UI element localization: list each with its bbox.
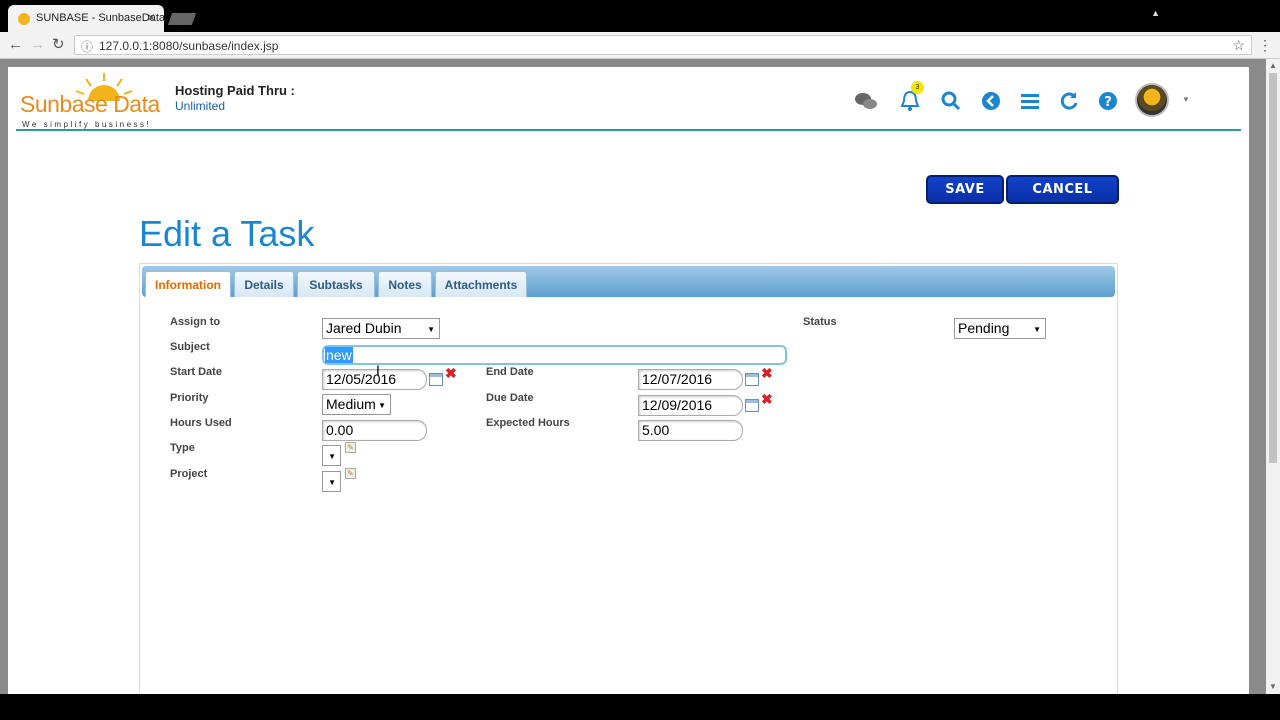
status-select[interactable]: Pending ▼	[954, 318, 1046, 339]
type-select[interactable]: ▼	[322, 445, 341, 466]
project-select[interactable]: ▼	[322, 471, 341, 492]
logo-text: Sunbase Data	[20, 91, 160, 117]
dropdown-arrow-icon: ▼	[328, 452, 336, 461]
browser-menu-icon[interactable]: ⋮	[1258, 37, 1272, 54]
status-value: Pending	[958, 320, 1010, 336]
profile-icon[interactable]: ▲	[1151, 8, 1160, 18]
tab-details[interactable]: Details	[234, 271, 294, 297]
url-input[interactable]: ⓘ 127.0.0.1:8080/sunbase/index.jsp ☆	[74, 35, 1252, 55]
help-icon[interactable]: ?	[1096, 89, 1120, 113]
back-nav-icon[interactable]: ←	[8, 36, 23, 54]
type-label: Type	[170, 442, 195, 454]
calendar-icon[interactable]	[429, 373, 443, 386]
hosting-value: Unlimited	[175, 99, 226, 113]
sunbase-logo[interactable]: Sunbase Data We simplify business!	[20, 71, 168, 131]
status-label: Status	[803, 316, 837, 328]
priority-value: Medium	[326, 396, 376, 412]
avatar[interactable]	[1135, 83, 1169, 117]
end-date-input[interactable]: 12/07/2016	[638, 369, 743, 390]
menu-icon[interactable]	[1018, 89, 1042, 113]
notification-badge: 3	[911, 81, 924, 94]
info-icon: ⓘ	[81, 40, 94, 54]
scroll-thumb[interactable]	[1269, 73, 1277, 463]
hours-used-input[interactable]: 0.00	[322, 420, 427, 441]
svg-text:?: ?	[1104, 95, 1112, 110]
back-icon[interactable]	[979, 89, 1003, 113]
edit-icon[interactable]: ✎	[345, 442, 356, 453]
page-title: Edit a Task	[139, 213, 315, 254]
calendar-icon[interactable]	[745, 373, 759, 386]
assign-to-select[interactable]: Jared Dubin ▼	[322, 318, 440, 339]
browser-tab-title: SUNBASE - SunbaseData	[36, 12, 166, 24]
close-tab-icon[interactable]: ×	[147, 9, 155, 25]
chat-icon[interactable]	[854, 89, 878, 113]
new-tab-button[interactable]	[167, 13, 197, 25]
chevron-down-icon[interactable]: ▼	[1182, 95, 1190, 104]
url-text: 127.0.0.1:8080/sunbase/index.jsp	[99, 39, 279, 53]
address-bar: ← → ↻ ⓘ 127.0.0.1:8080/sunbase/index.jsp…	[0, 32, 1280, 59]
edit-icon[interactable]: ✎	[345, 468, 356, 479]
tab-strip: Information Details Subtasks Notes Attac…	[142, 266, 1115, 297]
project-label: Project	[170, 468, 208, 480]
tab-attachments[interactable]: Attachments	[435, 271, 527, 297]
save-button[interactable]: SAVE	[926, 175, 1004, 204]
search-icon[interactable]	[939, 89, 963, 113]
logo-tagline: We simplify business!	[22, 120, 152, 129]
expected-hours-input[interactable]: 5.00	[638, 420, 743, 441]
subject-value: new	[325, 347, 353, 363]
dropdown-arrow-icon: ▼	[328, 478, 336, 487]
tab-subtasks[interactable]: Subtasks	[297, 271, 375, 297]
bookmark-star-icon[interactable]: ☆	[1232, 37, 1245, 54]
due-date-input[interactable]: 12/09/2016	[638, 395, 743, 416]
assign-to-value: Jared Dubin	[326, 320, 402, 336]
refresh-icon[interactable]	[1057, 89, 1081, 113]
reload-icon[interactable]: ↻	[52, 36, 65, 54]
header-divider	[16, 129, 1241, 131]
scroll-down-icon[interactable]: ▼	[1269, 682, 1277, 691]
forward-nav-icon[interactable]: →	[30, 36, 45, 54]
browser-tab[interactable]: SUNBASE - SunbaseData ×	[8, 5, 166, 32]
app-page: Sunbase Data We simplify business! Hosti…	[8, 67, 1249, 694]
start-date-label: Start Date	[170, 366, 222, 378]
hosting-label: Hosting Paid Thru :	[175, 83, 295, 98]
expected-hours-label: Expected Hours	[486, 417, 570, 429]
favicon-icon	[18, 13, 30, 25]
dropdown-arrow-icon: ▼	[427, 325, 435, 334]
clear-icon[interactable]: ✖	[445, 365, 457, 382]
taskbar	[0, 694, 1280, 720]
tab-information[interactable]: Information	[145, 271, 231, 297]
dropdown-arrow-icon: ▼	[1033, 325, 1041, 334]
bell-icon[interactable]: 3	[898, 81, 924, 113]
clear-icon[interactable]: ✖	[761, 391, 773, 408]
start-date-input[interactable]: 12/05/2016	[322, 369, 427, 390]
text-cursor-icon: I	[376, 362, 380, 378]
calendar-icon[interactable]	[745, 399, 759, 412]
dropdown-arrow-icon: ▼	[378, 401, 386, 410]
due-date-label: Due Date	[486, 392, 534, 404]
subject-input[interactable]: new	[322, 345, 787, 365]
task-form-panel: Information Details Subtasks Notes Attac…	[139, 263, 1118, 694]
priority-label: Priority	[170, 392, 209, 404]
browser-tabbar: SUNBASE - SunbaseData × ▲	[0, 0, 1280, 32]
scrollbar[interactable]: ▲ ▼	[1266, 59, 1280, 694]
cancel-button[interactable]: CANCEL	[1006, 175, 1119, 204]
hours-used-label: Hours Used	[170, 417, 232, 429]
end-date-label: End Date	[486, 366, 534, 378]
subject-label: Subject	[170, 341, 210, 353]
tab-notes[interactable]: Notes	[378, 271, 432, 297]
viewport: Sunbase Data We simplify business! Hosti…	[0, 59, 1280, 694]
scroll-up-icon[interactable]: ▲	[1269, 61, 1277, 70]
priority-select[interactable]: Medium ▼	[322, 394, 391, 415]
clear-icon[interactable]: ✖	[761, 365, 773, 382]
assign-to-label: Assign to	[170, 316, 221, 328]
